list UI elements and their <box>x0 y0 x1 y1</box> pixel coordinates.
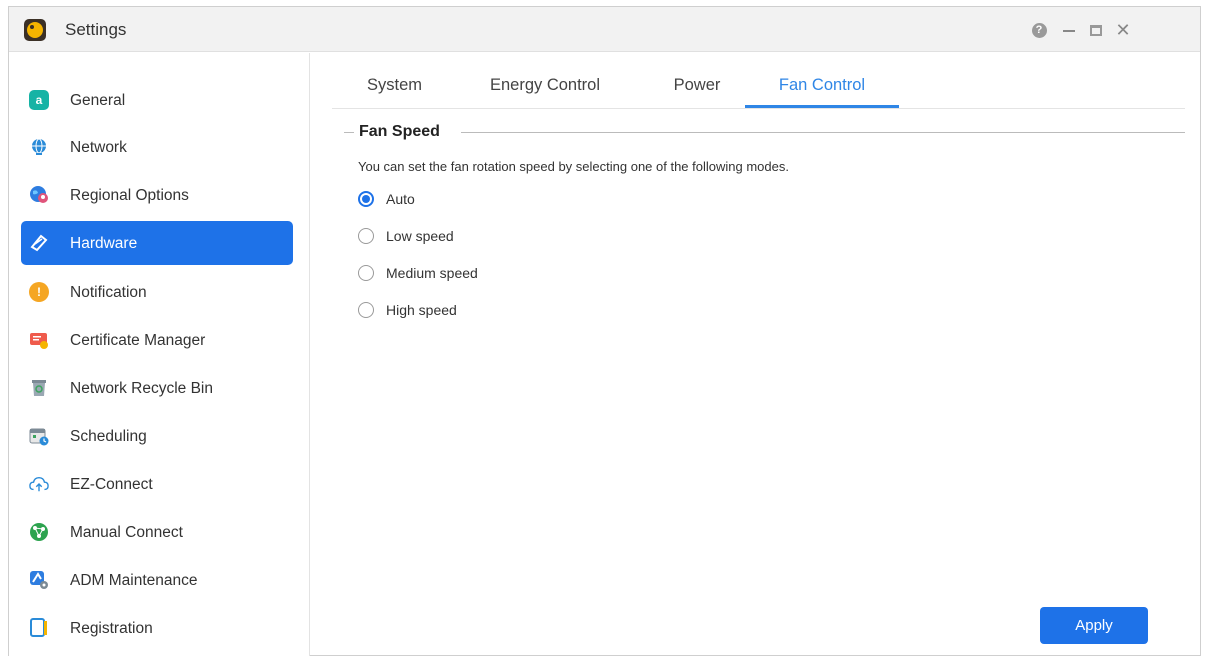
radio-button[interactable] <box>358 265 374 281</box>
sidebar-item-hardware[interactable]: Hardware <box>21 221 293 265</box>
radio-high-speed[interactable]: High speed <box>358 300 457 320</box>
radio-label: Medium speed <box>386 265 478 281</box>
settings-app-icon <box>24 19 46 41</box>
sidebar-item-regional-options[interactable]: Regional Options <box>21 173 293 217</box>
sidebar-item-manual-connect[interactable]: Manual Connect <box>21 510 293 554</box>
tab-energy-control[interactable]: Energy Control <box>469 63 621 108</box>
cloud-upload-icon <box>29 474 49 494</box>
sidebar-item-registration[interactable]: Registration <box>21 606 293 650</box>
fan-speed-legend: Fan Speed <box>359 123 440 140</box>
sidebar-item-network-recycle-bin[interactable]: Network Recycle Bin <box>21 366 293 410</box>
sidebar-item-label: Hardware <box>70 235 138 252</box>
sidebar-item-notification[interactable]: ! Notification <box>21 270 293 314</box>
radio-button[interactable] <box>358 302 374 318</box>
sidebar-item-label: Network <box>70 139 127 156</box>
sidebar-item-label: Scheduling <box>70 428 147 445</box>
tab-power[interactable]: Power <box>654 63 740 108</box>
maximize-icon[interactable] <box>1086 20 1106 40</box>
help-icon[interactable]: ? <box>1029 20 1049 40</box>
tab-fan-control[interactable]: Fan Control <box>745 63 899 108</box>
sidebar-item-scheduling[interactable]: Scheduling <box>21 414 293 458</box>
minimize-icon[interactable] <box>1059 20 1079 40</box>
scheduling-icon <box>29 426 49 446</box>
notification-icon: ! <box>29 282 49 302</box>
tab-bar: System Energy Control Power Fan Control <box>332 63 1185 109</box>
sidebar-item-general[interactable]: a General <box>21 78 293 122</box>
fan-speed-description: You can set the fan rotation speed by se… <box>358 159 789 174</box>
radio-button[interactable] <box>358 191 374 207</box>
recycle-bin-icon <box>29 378 49 398</box>
sidebar-item-label: Network Recycle Bin <box>70 380 213 397</box>
general-icon: a <box>29 90 49 110</box>
adm-maintenance-icon <box>29 570 49 590</box>
radio-label: Auto <box>386 191 415 207</box>
sidebar-item-label: General <box>70 92 126 109</box>
sidebar-item-adm-maintenance[interactable]: ADM Maintenance <box>21 558 293 602</box>
registration-icon <box>29 618 49 638</box>
sidebar-item-ez-connect[interactable]: EZ-Connect <box>21 462 293 506</box>
sidebar-item-label: Certificate Manager <box>70 332 206 349</box>
sidebar-item-label: Manual Connect <box>70 524 183 541</box>
sidebar: a General Network Regional Options Hardw… <box>9 53 310 656</box>
hardware-icon <box>29 233 49 253</box>
radio-auto[interactable]: Auto <box>358 189 415 209</box>
close-icon[interactable]: ✕ <box>1113 20 1133 40</box>
sidebar-item-label: Regional Options <box>70 187 189 204</box>
sidebar-item-label: Registration <box>70 620 153 637</box>
sidebar-item-label: Notification <box>70 284 147 301</box>
certificate-icon <box>29 330 49 350</box>
globe-icon <box>29 137 49 157</box>
radio-label: Low speed <box>386 228 454 244</box>
sidebar-item-label: ADM Maintenance <box>70 572 198 589</box>
sidebar-item-certificate-manager[interactable]: Certificate Manager <box>21 318 293 362</box>
title-bar: Settings ? ✕ <box>9 7 1200 52</box>
apply-button[interactable]: Apply <box>1040 607 1148 644</box>
regional-options-icon <box>29 185 49 205</box>
radio-low-speed[interactable]: Low speed <box>358 226 454 246</box>
radio-button[interactable] <box>358 228 374 244</box>
sidebar-item-label: EZ-Connect <box>70 476 153 493</box>
fieldset-divider <box>461 132 1185 133</box>
radio-medium-speed[interactable]: Medium speed <box>358 263 478 283</box>
tab-system[interactable]: System <box>357 63 432 108</box>
fieldset-divider <box>344 132 354 133</box>
radio-label: High speed <box>386 302 457 318</box>
settings-window: Settings ? ✕ a General Network Regional … <box>8 6 1201 656</box>
manual-connect-icon <box>29 522 49 542</box>
sidebar-item-network[interactable]: Network <box>21 125 293 169</box>
window-title: Settings <box>65 20 127 39</box>
